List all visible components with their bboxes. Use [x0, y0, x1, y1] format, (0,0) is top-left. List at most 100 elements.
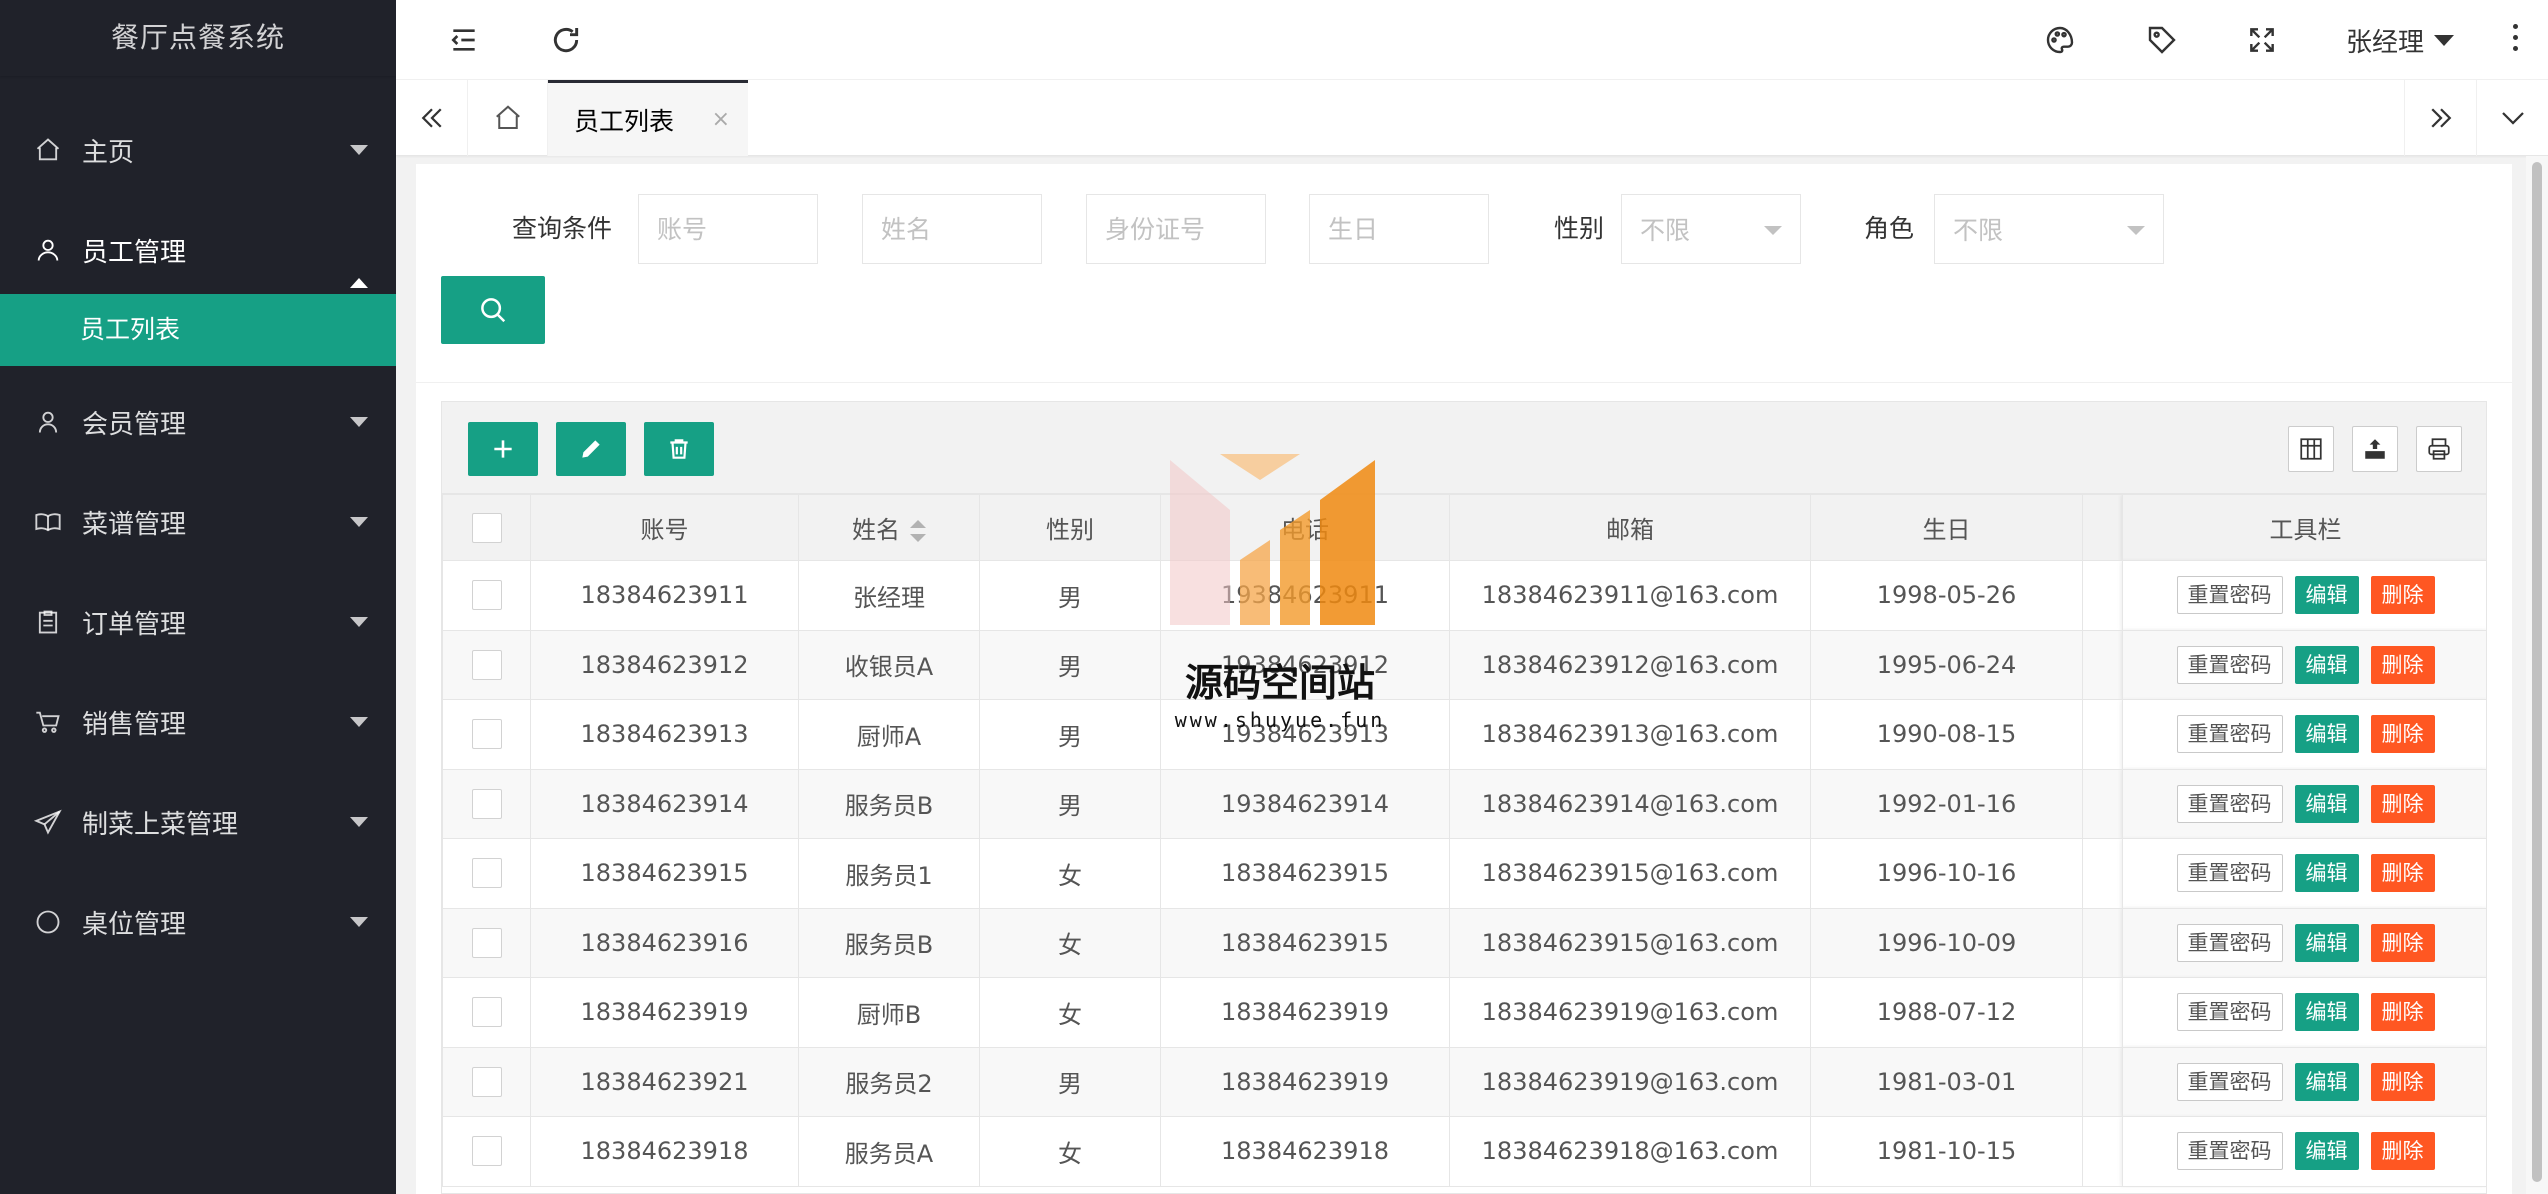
row-delete-button[interactable]: 删除: [2370, 993, 2435, 1032]
row-edit-button[interactable]: 编辑: [2294, 854, 2359, 893]
watermark-title: 源码空间站: [1184, 661, 1375, 705]
row-edit-button[interactable]: 编辑: [2294, 923, 2359, 962]
row-edit-button[interactable]: 编辑: [2294, 576, 2359, 615]
sidebar-item-tables[interactable]: 桌位管理: [0, 872, 396, 972]
idcard-input[interactable]: [1086, 194, 1266, 264]
sidebar-item-kitchen[interactable]: 制菜上菜管理: [0, 772, 396, 872]
account-input[interactable]: [638, 194, 818, 264]
sidebar-subitem-staff-list[interactable]: 员工列表: [0, 294, 396, 366]
birthday-input[interactable]: [1309, 194, 1489, 264]
delete-button[interactable]: [644, 422, 714, 476]
tab-options-chevron-down-icon[interactable]: [2476, 80, 2548, 156]
reset-password-button[interactable]: 重置密码: [2176, 993, 2283, 1032]
table-row[interactable]: 18384623916 服务员B 女 18384623915 18384623915@1…: [442, 907, 2486, 978]
refresh-icon[interactable]: [546, 20, 586, 60]
user-menu[interactable]: 张经理: [2346, 18, 2455, 62]
tag-icon[interactable]: [2142, 20, 2182, 60]
row-checkbox[interactable]: [471, 997, 502, 1028]
add-button[interactable]: [468, 422, 538, 476]
reset-password-button[interactable]: 重置密码: [2176, 1062, 2283, 1101]
column-header-name[interactable]: 姓名: [798, 494, 980, 561]
menu-fold-icon[interactable]: [444, 20, 484, 60]
sidebar-item-label: 会员管理: [82, 409, 187, 440]
page-scrollbar[interactable]: [2526, 156, 2548, 1194]
row-edit-button[interactable]: 编辑: [2294, 1062, 2359, 1101]
tab-scroll-left-icon[interactable]: [396, 80, 468, 156]
query-form: 查询条件 性别 不限 角色 不限: [416, 194, 2512, 264]
row-delete-button[interactable]: 删除: [2370, 1062, 2435, 1101]
reset-password-button[interactable]: 重置密码: [2176, 854, 2283, 893]
search-button[interactable]: [441, 276, 545, 344]
more-icon[interactable]: [2513, 24, 2518, 51]
reset-password-button[interactable]: 重置密码: [2176, 576, 2283, 615]
sidebar-item-menu[interactable]: 菜谱管理: [0, 472, 396, 572]
table-row[interactable]: 18384623918 服务员A 女 18384623918 18384623918@1…: [442, 1116, 2486, 1187]
row-delete-button[interactable]: 删除: [2370, 645, 2435, 684]
gender-select[interactable]: 不限: [1621, 194, 1801, 264]
cell-gender: 女: [979, 977, 1161, 1048]
main-card: 查询条件 性别 不限 角色 不限: [416, 164, 2512, 1194]
sidebar-item-members[interactable]: 会员管理: [0, 372, 396, 472]
columns-filter-button[interactable]: [2288, 426, 2334, 472]
row-checkbox[interactable]: [471, 1066, 502, 1097]
row-edit-button[interactable]: 编辑: [2294, 645, 2359, 684]
print-button[interactable]: [2416, 426, 2462, 472]
sort-icon[interactable]: [910, 519, 926, 543]
cell-spacer: [2082, 838, 2123, 909]
row-edit-button[interactable]: 编辑: [2294, 715, 2359, 754]
sidebar-item-staff[interactable]: 员工管理 员工列表: [0, 200, 396, 366]
row-delete-button[interactable]: 删除: [2370, 715, 2435, 754]
cell-actions: 重置密码 编辑 删除: [2122, 1046, 2486, 1117]
cell-name: 服务员2: [798, 1046, 980, 1117]
row-delete-button[interactable]: 删除: [2370, 854, 2435, 893]
row-checkbox[interactable]: [471, 580, 502, 611]
row-checkbox[interactable]: [471, 1136, 502, 1167]
table-row[interactable]: 18384623914 服务员B 男 19384623914 18384623914@1…: [442, 768, 2486, 839]
reset-password-button[interactable]: 重置密码: [2176, 784, 2283, 823]
fullscreen-icon[interactable]: [2242, 20, 2282, 60]
row-checkbox[interactable]: [471, 927, 502, 958]
select-all-checkbox[interactable]: [471, 512, 502, 543]
row-delete-button[interactable]: 删除: [2370, 923, 2435, 962]
row-delete-button[interactable]: 删除: [2370, 784, 2435, 823]
print-icon: [2428, 438, 2450, 460]
table-row[interactable]: 18384623911 张经理男 19384623911 18384623911@16…: [442, 560, 2486, 631]
close-icon[interactable]: ×: [712, 107, 730, 132]
table-row[interactable]: 18384623919 厨师B 女 18384623919 18384623919@16…: [442, 977, 2486, 1048]
row-edit-button[interactable]: 编辑: [2294, 784, 2359, 823]
table-row[interactable]: 18384623912 收银员A 男 19384623912 18384623912@1…: [442, 629, 2486, 700]
table-row[interactable]: 18384623921 服务员2 男 18384623919 18384623919@1…: [442, 1046, 2486, 1117]
sidebar-item-orders[interactable]: 订单管理: [0, 572, 396, 672]
staff-table: 账号 姓名 性别 电话 邮箱 生日 工具栏 18384623911 张经理男 193…: [442, 494, 2486, 1187]
row-checkbox[interactable]: [471, 719, 502, 750]
reset-password-button[interactable]: 重置密码: [2176, 1132, 2283, 1171]
row-delete-button[interactable]: 删除: [2370, 1132, 2435, 1171]
reset-password-button[interactable]: 重置密码: [2176, 923, 2283, 962]
reset-password-button[interactable]: 重置密码: [2176, 715, 2283, 754]
row-edit-button[interactable]: 编辑: [2294, 993, 2359, 1032]
role-select[interactable]: 不限: [1934, 194, 2164, 264]
row-checkbox[interactable]: [471, 858, 502, 889]
export-button[interactable]: [2352, 426, 2398, 472]
scrollbar-thumb[interactable]: [2532, 162, 2542, 1182]
edit-button[interactable]: [556, 422, 626, 476]
tab-staff-list[interactable]: 员工列表 ×: [548, 80, 748, 156]
row-checkbox[interactable]: [471, 649, 502, 680]
tab-home-icon[interactable]: [468, 80, 548, 156]
table-row[interactable]: 18384623913 厨师A 男 19384623913 18384623913@16…: [442, 699, 2486, 770]
column-header-phone: 电话: [1160, 494, 1450, 561]
chevron-up-icon: [350, 278, 368, 288]
name-input[interactable]: [862, 194, 1042, 264]
sidebar-item-label: 桌位管理: [82, 909, 187, 940]
sidebar-item-sales[interactable]: 销售管理: [0, 672, 396, 772]
row-edit-button[interactable]: 编辑: [2294, 1132, 2359, 1171]
table-row[interactable]: 18384623915 服务员1 女 18384623915 18384623915@1…: [442, 838, 2486, 909]
reset-password-button[interactable]: 重置密码: [2176, 645, 2283, 684]
theme-icon[interactable]: [2040, 20, 2080, 60]
row-delete-button[interactable]: 删除: [2370, 576, 2435, 615]
cell-birthday: 1981-10-15: [1810, 1116, 2083, 1187]
column-header-account[interactable]: 账号: [530, 494, 799, 561]
tab-scroll-right-icon[interactable]: [2404, 80, 2476, 156]
sidebar-item-home[interactable]: 主页: [0, 100, 396, 200]
row-checkbox[interactable]: [471, 788, 502, 819]
